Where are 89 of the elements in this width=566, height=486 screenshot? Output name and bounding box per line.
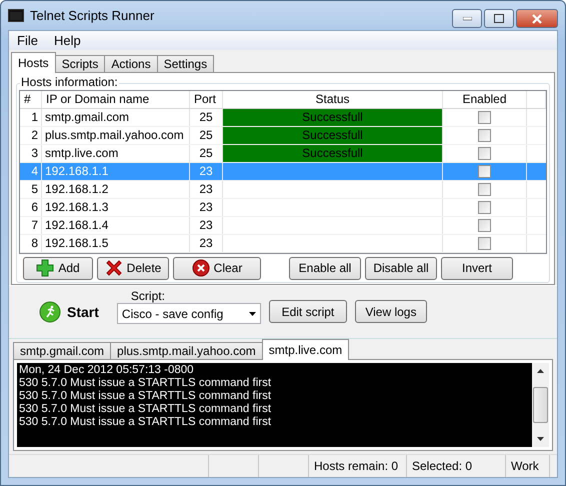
column-header[interactable]: Port [190,90,223,108]
window-title: Telnet Scripts Runner [30,8,154,23]
checkbox[interactable] [478,164,491,178]
minimize-icon [462,16,472,20]
checkbox[interactable] [478,110,491,124]
table-cell: 7 [20,216,42,234]
checkbox[interactable] [478,200,491,214]
tab[interactable]: Actions [104,54,158,73]
scroll-up-icon[interactable] [537,369,544,374]
table-cell: 8 [20,234,42,252]
log-line: 530 5.7.0 Must issue a STARTTLS command first [19,377,272,390]
minimize-button[interactable] [452,9,482,28]
maximize-button[interactable] [484,9,514,28]
toolbar-button[interactable]: Invert [441,256,513,280]
table-cell: smtp.live.com [42,144,190,162]
table-row[interactable]: 6 192.168.1.3 23 [20,198,546,217]
column-header[interactable]: IP or Domain name [42,90,190,108]
column-header[interactable]: # [20,90,42,108]
toolbar-button[interactable]: Enable all [289,256,361,280]
status-text: Hosts remain: 0 [309,455,407,477]
table-cell: 23 [190,162,223,180]
status-text: Work [506,455,550,477]
log-line: 530 5.7.0 Must issue a STARTTLS command first [19,390,272,404]
checkbox[interactable] [478,128,491,142]
table-row[interactable]: 2 plus.smtp.mail.yahoo.com 25 Successfull [20,126,546,145]
maximize-icon [494,14,504,23]
table-row[interactable]: 1 smtp.gmail.com 25 Successfull [20,108,546,127]
toolbar-button[interactable]: Add [23,256,93,280]
runner-icon [39,300,61,323]
status-cell: Successfull [223,108,443,126]
table-cell: 192.168.1.2 [42,180,190,198]
action-button[interactable]: View logs [354,300,427,324]
table-cell: 23 [190,180,223,198]
checkbox[interactable] [478,236,491,250]
toolbar-button[interactable]: Delete [97,256,169,280]
start-button[interactable]: Start [39,300,99,323]
status-cell: Successfull [223,144,443,162]
table-cell: smtp.gmail.com [42,108,190,126]
action-button[interactable]: Edit script [268,300,347,324]
table-cell: 1 [20,108,42,126]
menu-item[interactable]: File [9,32,46,48]
stop-icon [192,259,210,278]
toolbar-button[interactable]: Clear [173,256,261,280]
tab[interactable]: plus.smtp.mail.yahoo.com [110,342,263,360]
table-row[interactable]: 8 192.168.1.5 23 [20,234,546,253]
status-text: Selected: 0 [407,455,506,477]
dropdown-arrow-icon [248,312,256,316]
table-cell: 6 [20,198,42,216]
table-cell: 192.168.1.1 [42,162,190,180]
table-cell: 192.168.1.3 [42,198,190,216]
toolbar-button[interactable]: Disable all [365,256,437,280]
scrollbar[interactable] [532,363,549,448]
table-cell: 23 [190,216,223,234]
column-header[interactable]: Status [223,90,443,108]
table-cell: 192.168.1.5 [42,234,190,252]
close-icon [532,14,542,24]
status-cell: Successfull [223,126,443,144]
table-cell: 23 [190,198,223,216]
tab[interactable]: Settings [156,54,214,73]
log-line: 530 5.7.0 Must issue a STARTTLS command first [19,403,272,416]
table-cell: 192.168.1.4 [42,216,190,234]
tab[interactable]: Scripts [54,54,106,73]
tab[interactable]: smtp.gmail.com [13,342,112,360]
table-cell: 2 [20,126,42,144]
table-cell: 23 [190,234,223,252]
checkbox[interactable] [478,182,491,196]
table-row[interactable]: 5 192.168.1.2 23 [20,180,546,199]
table-row[interactable]: 7 192.168.1.4 23 [20,216,546,235]
table-cell: 3 [20,144,42,162]
log-line: Mon, 24 Dec 2012 05:57:13 -0800 [19,364,195,378]
cross-icon [104,259,123,278]
scroll-down-icon[interactable] [537,437,544,442]
log-line: 530 5.7.0 Must issue a STARTTLS command first [19,416,272,430]
table-cell: 5 [20,180,42,198]
console-icon [8,9,24,22]
table-cell: 4 [20,162,42,180]
table-cell: plus.smtp.mail.yahoo.com [42,126,190,144]
tab[interactable]: Hosts [11,52,56,73]
table-row[interactable]: 3 smtp.live.com 25 Successfull [20,144,546,163]
checkbox[interactable] [478,146,491,160]
field-label: Script: [130,289,165,304]
script-dropdown[interactable]: Cisco - save config [116,303,261,324]
column-header[interactable]: Enabled [443,90,527,108]
checkbox[interactable] [478,218,491,232]
tab[interactable]: smtp.live.com [262,339,350,360]
close-button[interactable] [516,9,558,28]
plus-icon [36,259,54,278]
menu-item[interactable]: Help [46,32,89,48]
group-title: Hosts information: [20,74,119,89]
